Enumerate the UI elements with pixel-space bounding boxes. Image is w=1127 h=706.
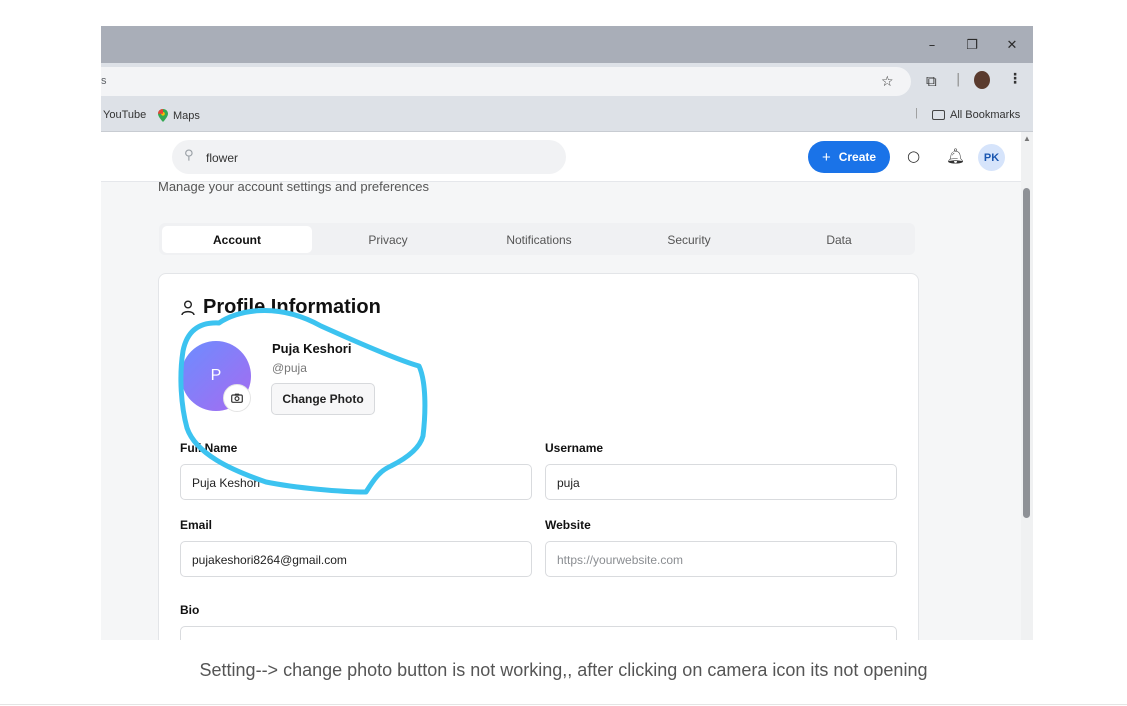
page-scrollbar[interactable]: ▲ [1021,132,1033,640]
user-avatar[interactable]: PK [978,144,1005,171]
section-title: Profile Information [181,296,381,319]
scroll-thumb[interactable] [1023,188,1030,518]
profile-handle: @puja [272,361,307,375]
address-bar[interactable]: s ☆ [101,67,911,96]
profile-card: Profile Information P Puja Keshori @puja… [158,273,919,640]
screenshot-stage: – ❐ ✕ s ☆ ⧉ | ⋮ YouTube Maps | All Bookm… [0,0,1127,706]
email-label: Email [180,518,213,532]
tab-security[interactable]: Security [614,226,764,253]
bio-label: Bio [180,603,200,617]
full-name-label: Full Name [180,441,238,455]
star-icon[interactable]: ☆ [881,74,894,90]
bookmarks-bar: YouTube Maps | All Bookmarks [101,99,1033,132]
restore-icon[interactable]: ❐ [962,35,982,55]
tab-privacy[interactable]: Privacy [313,226,463,253]
chat-icon[interactable]: ○ [907,147,920,165]
tab-account[interactable]: Account [162,226,312,253]
create-button[interactable]: + Create [808,141,890,173]
user-icon [181,300,195,315]
username-label: Username [545,441,604,455]
search-bar[interactable]: ⚲ flower [172,140,566,174]
all-bookmarks[interactable]: All Bookmarks [932,109,1020,121]
title-bar: – ❐ ✕ [101,26,1033,63]
bookmarks-divider: | [915,107,918,119]
extensions-icon[interactable]: ⧉ [926,72,937,90]
close-icon[interactable]: ✕ [1002,35,1022,55]
scroll-up-arrow-icon[interactable]: ▲ [1023,134,1031,143]
avatar-letter: P [210,367,222,384]
bottom-divider [0,704,1127,705]
settings-tabs: Account Privacy Notifications Security D… [159,223,915,255]
bookmark-maps[interactable]: Maps [158,109,200,122]
bookmark-label: Maps [173,109,200,122]
profile-name: Puja Keshori [272,341,352,356]
search-input[interactable]: flower [206,151,238,165]
website-label: Website [545,518,591,532]
minimize-icon[interactable]: – [922,35,942,55]
tab-label: Privacy [368,232,408,247]
user-initials: PK [983,151,1000,164]
camera-icon [231,393,243,403]
bio-textarea[interactable]: Tell us about yourself [180,626,897,640]
page-subtitle: Manage your account settings and prefere… [158,179,430,194]
web-page: ⚲ flower + Create ○ 🔔︎ PK ▲ Manage your … [101,132,1033,640]
toolbar-divider: | [956,72,961,87]
tab-data[interactable]: Data [764,226,914,253]
change-photo-button[interactable]: Change Photo [271,383,375,415]
camera-button[interactable] [223,384,251,412]
tab-label: Security [667,232,711,247]
maps-pin-icon [158,109,168,122]
full-name-input[interactable]: Puja Keshori [180,464,532,500]
email-input[interactable]: pujakeshori8264@gmail.com [180,541,532,577]
tab-label: Account [213,232,261,247]
bell-icon[interactable]: 🔔︎ [946,147,965,165]
section-title-text: Profile Information [203,296,381,318]
more-menu-icon[interactable]: ⋮ [1008,71,1022,87]
tab-label: Notifications [506,232,572,247]
tab-notifications[interactable]: Notifications [464,226,614,253]
folder-icon [932,110,945,120]
website-input[interactable]: https://yourwebsite.com [545,541,897,577]
browser-toolbar: s ☆ ⧉ | ⋮ [101,63,1033,99]
app-header: ⚲ flower + Create ○ 🔔︎ PK [101,132,1021,182]
all-bookmarks-label: All Bookmarks [950,109,1021,121]
profile-icon[interactable] [974,71,990,89]
plus-icon: + [821,148,831,166]
issue-caption: Setting--> change photo button is not wo… [199,660,928,680]
bookmark-youtube[interactable]: YouTube [103,109,146,121]
tab-label: Data [826,232,852,247]
browser-window: – ❐ ✕ s ☆ ⧉ | ⋮ YouTube Maps | All Bookm… [101,26,1033,640]
username-input[interactable]: puja [545,464,897,500]
create-label: Create [838,150,877,164]
bookmark-label: YouTube [103,109,147,121]
address-text: s [101,75,107,87]
search-icon: ⚲ [184,148,194,163]
